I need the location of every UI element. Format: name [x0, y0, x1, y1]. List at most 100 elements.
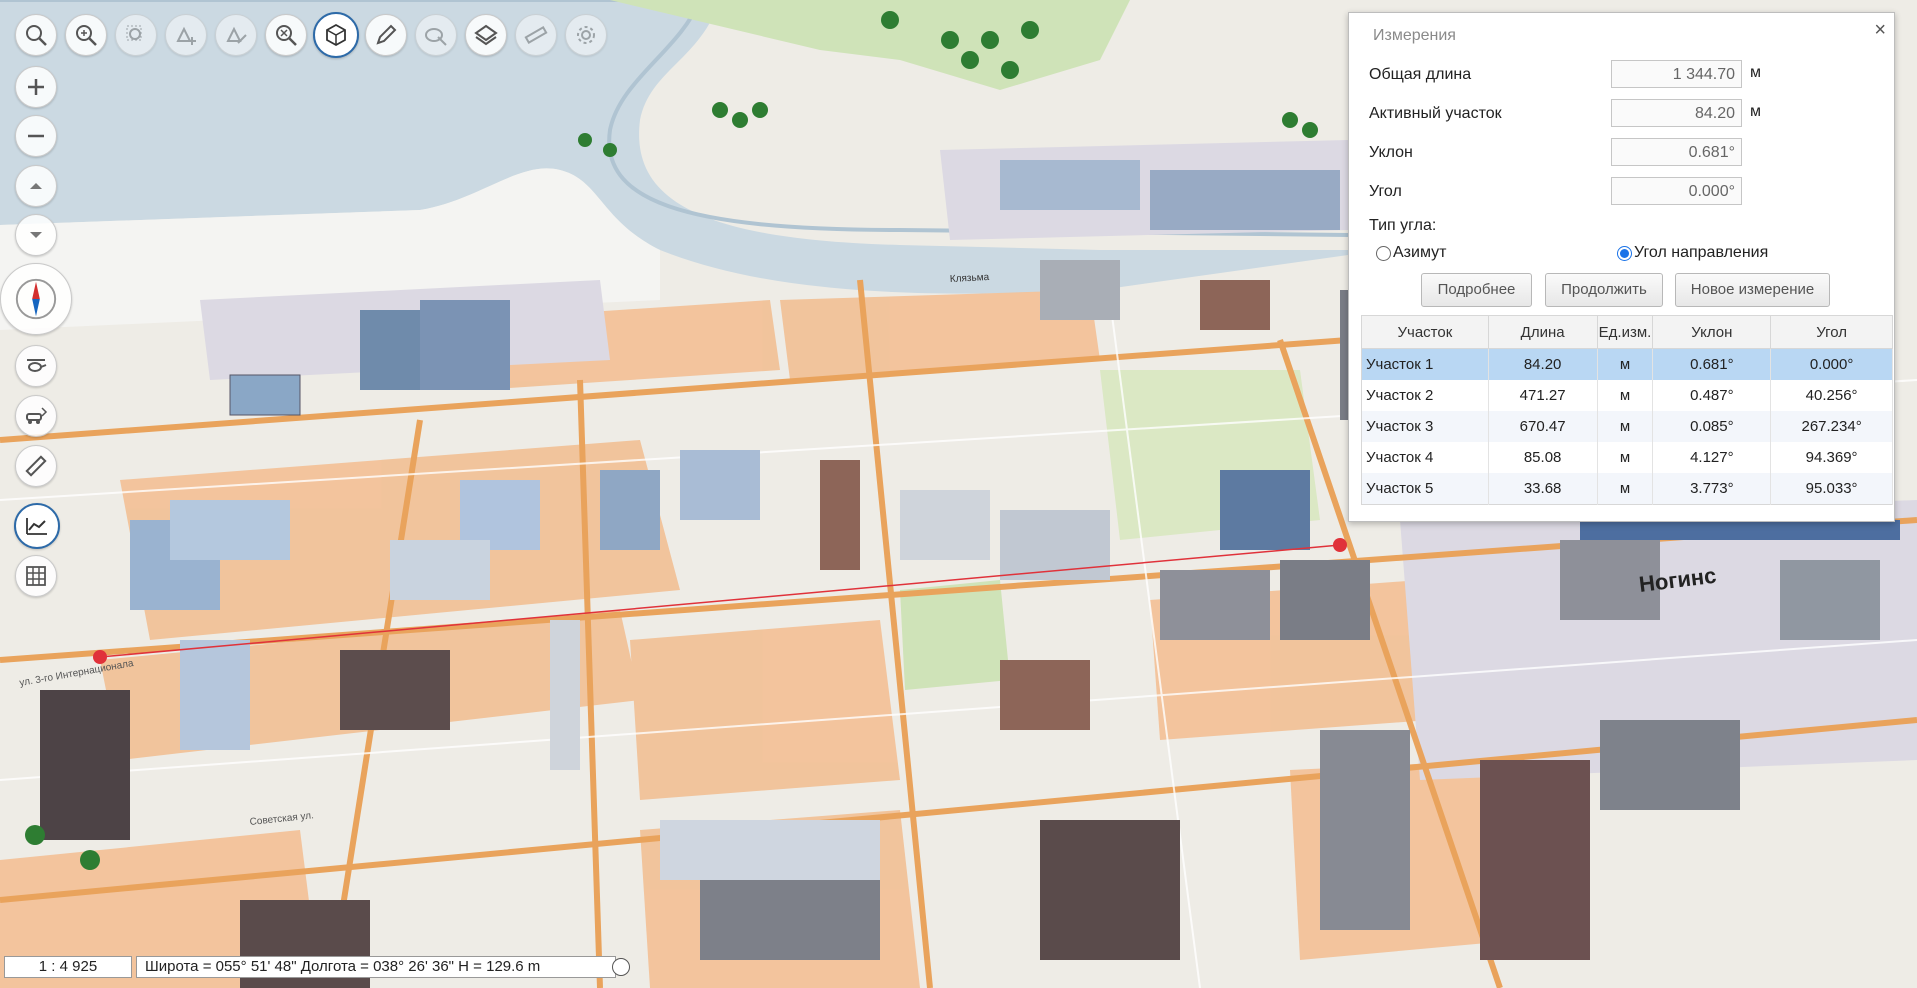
- table-cell: 33.68: [1488, 473, 1598, 505]
- map-label-river: Клязьма: [950, 272, 990, 285]
- 3d-mode-button[interactable]: [313, 12, 359, 58]
- measurements-panel: Измерения × Общая длина 1 344.70 м Актив…: [1348, 12, 1895, 522]
- tilt-down-button[interactable]: [15, 214, 57, 256]
- zoom-in-icon: [28, 79, 44, 95]
- search-icon: [26, 25, 47, 46]
- search-button[interactable]: [15, 14, 57, 56]
- layers-button[interactable]: [465, 14, 507, 56]
- segments-table: Участок Длина Ед.изм. Уклон Угол Участок…: [1361, 315, 1893, 505]
- clear-button[interactable]: [265, 14, 307, 56]
- table-cell: 85.08: [1488, 442, 1598, 473]
- table-cell: Участок 3: [1361, 411, 1489, 442]
- ruler-icon: [524, 26, 548, 44]
- zoom-region-button[interactable]: [115, 14, 157, 56]
- table-cell: Участок 5: [1361, 473, 1489, 505]
- 3d-cube-icon: [326, 23, 346, 47]
- add-object-icon: [176, 26, 196, 45]
- radio-azimuth-label: Азимут: [1393, 244, 1447, 261]
- active-segment-field[interactable]: 84.20: [1611, 99, 1742, 127]
- draw-button[interactable]: [365, 14, 407, 56]
- settings-icon: [577, 26, 595, 44]
- tilt-up-button[interactable]: [15, 165, 57, 207]
- table-cell: 670.47: [1488, 411, 1598, 442]
- zoom-in-button[interactable]: [15, 66, 57, 108]
- col-header-segment[interactable]: Участок: [1361, 315, 1489, 349]
- zoom-out-button[interactable]: [15, 115, 57, 157]
- continue-button[interactable]: Продолжить: [1545, 273, 1663, 307]
- table-cell: Участок 1: [1361, 348, 1489, 380]
- radio-azimuth-dot[interactable]: [1376, 245, 1391, 261]
- table-cell: Участок 2: [1361, 380, 1489, 411]
- table-cell: 0.681°: [1652, 348, 1772, 380]
- measure-profile-button[interactable]: [14, 503, 60, 549]
- table-row[interactable]: Участок 3 670.47 м 0.085° 267.234°: [1361, 411, 1893, 442]
- total-length-unit: м: [1750, 64, 1761, 81]
- table-cell: Участок 4: [1361, 442, 1489, 473]
- total-length-field[interactable]: 1 344.70: [1611, 60, 1742, 88]
- tilt-up-icon: [30, 183, 42, 189]
- zoom-out-icon: [28, 134, 44, 138]
- edit-object-icon: [226, 26, 247, 44]
- radio-direction-dot[interactable]: [1617, 245, 1632, 261]
- table-cell: 84.20: [1488, 348, 1598, 380]
- zoom-region-icon: [126, 25, 142, 41]
- edit-object-button[interactable]: [215, 14, 257, 56]
- ruler-side-button[interactable]: [15, 445, 57, 487]
- compass-button[interactable]: [0, 263, 72, 335]
- tilt-down-icon: [30, 232, 42, 238]
- ruler-top-button[interactable]: [515, 14, 557, 56]
- table-cell: м: [1597, 348, 1654, 380]
- angle-label: Угол: [1369, 183, 1402, 200]
- pencil-icon: [376, 24, 397, 45]
- grid-button[interactable]: [15, 555, 57, 597]
- col-header-angle[interactable]: Угол: [1770, 315, 1893, 349]
- slope-label: Уклон: [1369, 144, 1413, 161]
- fly-mode-button[interactable]: [15, 345, 57, 387]
- new-measurement-button[interactable]: Новое измерение: [1675, 273, 1830, 307]
- settings-button[interactable]: [565, 14, 607, 56]
- radio-azimuth[interactable]: Азимут: [1376, 244, 1446, 262]
- table-cell: 94.369°: [1770, 442, 1893, 473]
- table-header: Участок Длина Ед.изм. Уклон Угол: [1361, 315, 1893, 349]
- panel-title: Измерения: [1373, 27, 1456, 44]
- radio-direction-label: Угол направления: [1634, 244, 1769, 261]
- measure-profile-icon: [26, 518, 47, 535]
- route-button[interactable]: [15, 395, 57, 437]
- zoom-search-icon: [76, 25, 97, 46]
- helicopter-icon: [27, 359, 47, 372]
- table-cell: 267.234°: [1770, 411, 1893, 442]
- layer-grid-icon: [474, 24, 498, 46]
- ruler-icon: [25, 455, 47, 477]
- active-segment-label: Активный участок: [1369, 105, 1502, 122]
- table-row[interactable]: Участок 2 471.27 м 0.487° 40.256°: [1361, 380, 1893, 411]
- radio-direction-angle[interactable]: Угол направления: [1617, 244, 1768, 262]
- table-cell: м: [1597, 380, 1654, 411]
- table-cell: 3.773°: [1652, 473, 1772, 505]
- table-row[interactable]: Участок 5 33.68 м 3.773° 95.033°: [1361, 473, 1893, 505]
- slope-field[interactable]: 0.681°: [1611, 138, 1742, 166]
- angle-field[interactable]: 0.000°: [1611, 177, 1742, 205]
- table-cell: м: [1597, 442, 1654, 473]
- layers-style-icon: [425, 28, 447, 46]
- zoom-search-button[interactable]: [65, 14, 107, 56]
- details-button[interactable]: Подробнее: [1421, 273, 1532, 307]
- col-header-length[interactable]: Длина: [1487, 315, 1598, 349]
- table-cell: 0.487°: [1652, 380, 1772, 411]
- table-cell: 0.085°: [1652, 411, 1772, 442]
- close-icon[interactable]: ×: [1874, 19, 1886, 42]
- add-object-button[interactable]: [165, 14, 207, 56]
- col-header-unit[interactable]: Ед.изм.: [1596, 315, 1654, 349]
- table-row[interactable]: Участок 4 85.08 м 4.127° 94.369°: [1361, 442, 1893, 473]
- table-cell: м: [1597, 473, 1654, 505]
- clock-icon: [612, 958, 630, 976]
- table-cell: 95.033°: [1770, 473, 1893, 505]
- table-cell: м: [1597, 411, 1654, 442]
- table-cell: 4.127°: [1652, 442, 1772, 473]
- col-header-slope[interactable]: Уклон: [1652, 315, 1772, 349]
- compass-icon: [15, 278, 57, 320]
- layer-style-button[interactable]: [415, 14, 457, 56]
- total-length-label: Общая длина: [1369, 66, 1472, 83]
- table-row[interactable]: Участок 1 84.20 м 0.681° 0.000°: [1361, 348, 1893, 380]
- car-route-icon: [26, 407, 48, 424]
- table-cell: 0.000°: [1770, 348, 1893, 380]
